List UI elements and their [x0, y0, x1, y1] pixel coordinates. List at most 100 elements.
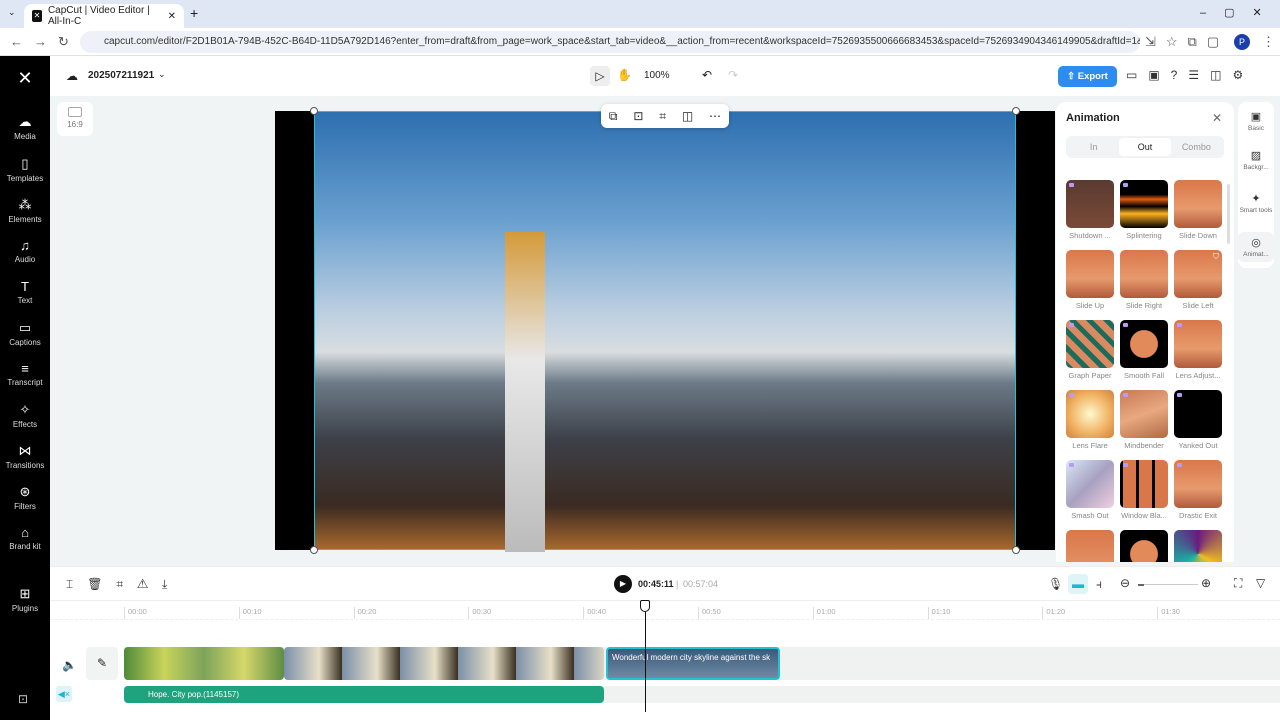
- profile-avatar[interactable]: P: [1234, 34, 1250, 50]
- feedback-icon[interactable]: ⊡: [18, 692, 28, 706]
- sidebar-item-transitions[interactable]: ⋈ Transitions: [0, 443, 50, 470]
- resize-handle[interactable]: [1012, 107, 1020, 115]
- video-clip-joggers[interactable]: [124, 647, 284, 680]
- menu-icon[interactable]: ⋮: [1262, 34, 1275, 50]
- video-clip-city[interactable]: Wonderful modern city skyline against th…: [606, 647, 780, 680]
- chevron-down-icon[interactable]: ⌄: [158, 69, 166, 80]
- zoom-out-icon[interactable]: ⊖: [1120, 576, 1130, 590]
- animation-item[interactable]: Lens Adjust...: [1174, 320, 1222, 384]
- sidebar-item-captions[interactable]: ▭ Captions: [0, 320, 50, 347]
- audio-mute-icon[interactable]: ◀×: [56, 686, 72, 702]
- animation-label: Slide Down: [1179, 231, 1217, 240]
- sidebar-item-media[interactable]: ☁ Media: [0, 114, 50, 141]
- preview-icon[interactable]: ▽: [1256, 576, 1265, 590]
- video-preview[interactable]: [314, 111, 1016, 552]
- window-controls[interactable]: –▢✕: [1200, 6, 1280, 19]
- video-clip-runner[interactable]: [284, 647, 604, 680]
- zoom-slider[interactable]: [1138, 584, 1198, 586]
- hand-tool-icon[interactable]: ✋: [617, 68, 632, 82]
- sidebar-item-text[interactable]: T Text: [0, 279, 50, 305]
- export-button[interactable]: ⇧ Export: [1058, 66, 1117, 87]
- new-tab-icon[interactable]: +: [190, 5, 198, 21]
- resize-handle[interactable]: [1012, 546, 1020, 554]
- animation-item[interactable]: Mindbender: [1120, 390, 1168, 454]
- reload-icon[interactable]: ↻: [58, 34, 69, 50]
- snap-icon[interactable]: ▬: [1068, 574, 1088, 594]
- animation-item[interactable]: [1066, 530, 1114, 562]
- redo-icon[interactable]: ↷: [728, 68, 738, 82]
- url-input[interactable]: capcut.com/editor/F2D1B01A-794B-452C-B64…: [80, 31, 1140, 53]
- play-button[interactable]: ▶: [614, 575, 632, 593]
- animation-thumbnail: ⛉: [1174, 250, 1222, 298]
- sidebar-item-plugins[interactable]: ⊞ Plugins: [0, 586, 50, 613]
- fit-icon[interactable]: ⊡: [633, 109, 643, 123]
- tab-combo[interactable]: Combo: [1171, 138, 1222, 156]
- aspect-ratio-button[interactable]: 16:9: [57, 102, 93, 136]
- sidebar-item-templates[interactable]: ▯ Templates: [0, 156, 50, 183]
- animation-item[interactable]: Slide Right: [1120, 250, 1168, 314]
- animation-item[interactable]: Smooth Fall: [1120, 320, 1168, 384]
- animation-item[interactable]: Slide Down: [1174, 180, 1222, 244]
- sidebar-item-elements[interactable]: ⁂ Elements: [0, 197, 50, 224]
- close-icon[interactable]: ✕: [1212, 111, 1222, 125]
- sidebar-item-filters[interactable]: ⊛ Filters: [0, 484, 50, 511]
- resize-handle[interactable]: [310, 546, 318, 554]
- close-tab-icon[interactable]: ✕: [168, 11, 176, 22]
- animation-item[interactable]: Splintering: [1120, 180, 1168, 244]
- animation-item[interactable]: Drastic Exit: [1174, 460, 1222, 524]
- animation-item[interactable]: Smash Out: [1066, 460, 1114, 524]
- timeline-edit-icons[interactable]: ⌶🗑⌗⚠⤓: [66, 577, 181, 592]
- timeline-ruler[interactable]: 00:00 00:10 00:20 00:30 00:40 00:50 01:00 01:10…: [50, 600, 1280, 620]
- playhead-line[interactable]: [645, 612, 646, 712]
- right-tool-0[interactable]: ▣ Basic: [1238, 110, 1274, 132]
- header-action-icons[interactable]: ▭▣?☰◫⚙: [1126, 68, 1254, 82]
- back-icon[interactable]: ←: [10, 34, 23, 49]
- replace-icon[interactable]: ⧉: [609, 109, 618, 124]
- audio-clip[interactable]: Hope. City pop.(1145157): [124, 686, 604, 703]
- sidebar-item-audio[interactable]: ♫ Audio: [0, 238, 50, 264]
- scrollbar[interactable]: [1227, 184, 1230, 244]
- animation-item[interactable]: Slide Up: [1066, 250, 1114, 314]
- tab-out[interactable]: Out: [1119, 138, 1171, 156]
- sidebar-item-transcript[interactable]: ≡ Transcript: [0, 361, 50, 387]
- zoom-level[interactable]: 100%: [644, 70, 670, 81]
- animation-label: Smooth Fall: [1123, 371, 1165, 380]
- right-tool-1[interactable]: ▨ Backgr...: [1238, 149, 1274, 171]
- microphone-icon[interactable]: 🎙: [1048, 577, 1063, 591]
- capcut-logo[interactable]: ✕: [0, 68, 50, 89]
- animation-item[interactable]: Window Bla...: [1120, 460, 1168, 524]
- playhead-handle[interactable]: [640, 600, 650, 612]
- project-name[interactable]: 202507211921: [88, 70, 154, 81]
- fullscreen-icon[interactable]: ⛶: [1234, 576, 1242, 591]
- right-tool-3[interactable]: ◎ Animat...: [1238, 232, 1274, 262]
- sidebar-item-brand-kit[interactable]: ⌂ Brand kit: [0, 525, 50, 551]
- animation-item[interactable]: ⛉ Slide Left: [1174, 250, 1222, 314]
- browser-tab[interactable]: ✕ CapCut | Video Editor | All-In-C ✕: [24, 4, 184, 28]
- animation-item[interactable]: Yanked Out: [1174, 390, 1222, 454]
- sidebar-item-effects[interactable]: ✧ Effects: [0, 402, 50, 429]
- animation-item[interactable]: Shutdown ...: [1066, 180, 1114, 244]
- animation-item[interactable]: [1174, 530, 1222, 562]
- zoom-in-icon[interactable]: ⊕: [1201, 576, 1211, 590]
- animation-panel: Animation ✕ In Out Combo Shutdown ... Splin…: [1056, 102, 1234, 562]
- split-icon[interactable]: ⫞: [1096, 577, 1102, 592]
- browser-actions[interactable]: ⇲☆⧉▢: [1145, 34, 1229, 50]
- favorite-shield-icon[interactable]: ⛉: [1213, 252, 1219, 262]
- edit-cover-icon[interactable]: ✎: [86, 647, 118, 680]
- select-tool-icon[interactable]: ▷: [590, 66, 610, 86]
- animation-item[interactable]: [1120, 530, 1168, 562]
- right-tool-2[interactable]: ✦ Smart tools: [1238, 192, 1274, 214]
- ruler-tick: 00:00: [124, 607, 147, 619]
- more-icon[interactable]: ⋯: [709, 109, 721, 123]
- tab-list-icon[interactable]: ⌄: [8, 7, 16, 18]
- animation-item[interactable]: Graph Paper: [1066, 320, 1114, 384]
- track-mute-icon[interactable]: 🔈: [62, 658, 77, 672]
- animation-item[interactable]: Lens Flare: [1066, 390, 1114, 454]
- mask-icon[interactable]: ◫: [682, 109, 693, 123]
- tab-in[interactable]: In: [1068, 138, 1119, 156]
- resize-handle[interactable]: [310, 107, 318, 115]
- animation-label: Slide Up: [1075, 301, 1105, 310]
- crop-icon[interactable]: ⌗: [659, 109, 666, 124]
- undo-icon[interactable]: ↶: [702, 68, 712, 82]
- forward-icon[interactable]: →: [34, 34, 47, 49]
